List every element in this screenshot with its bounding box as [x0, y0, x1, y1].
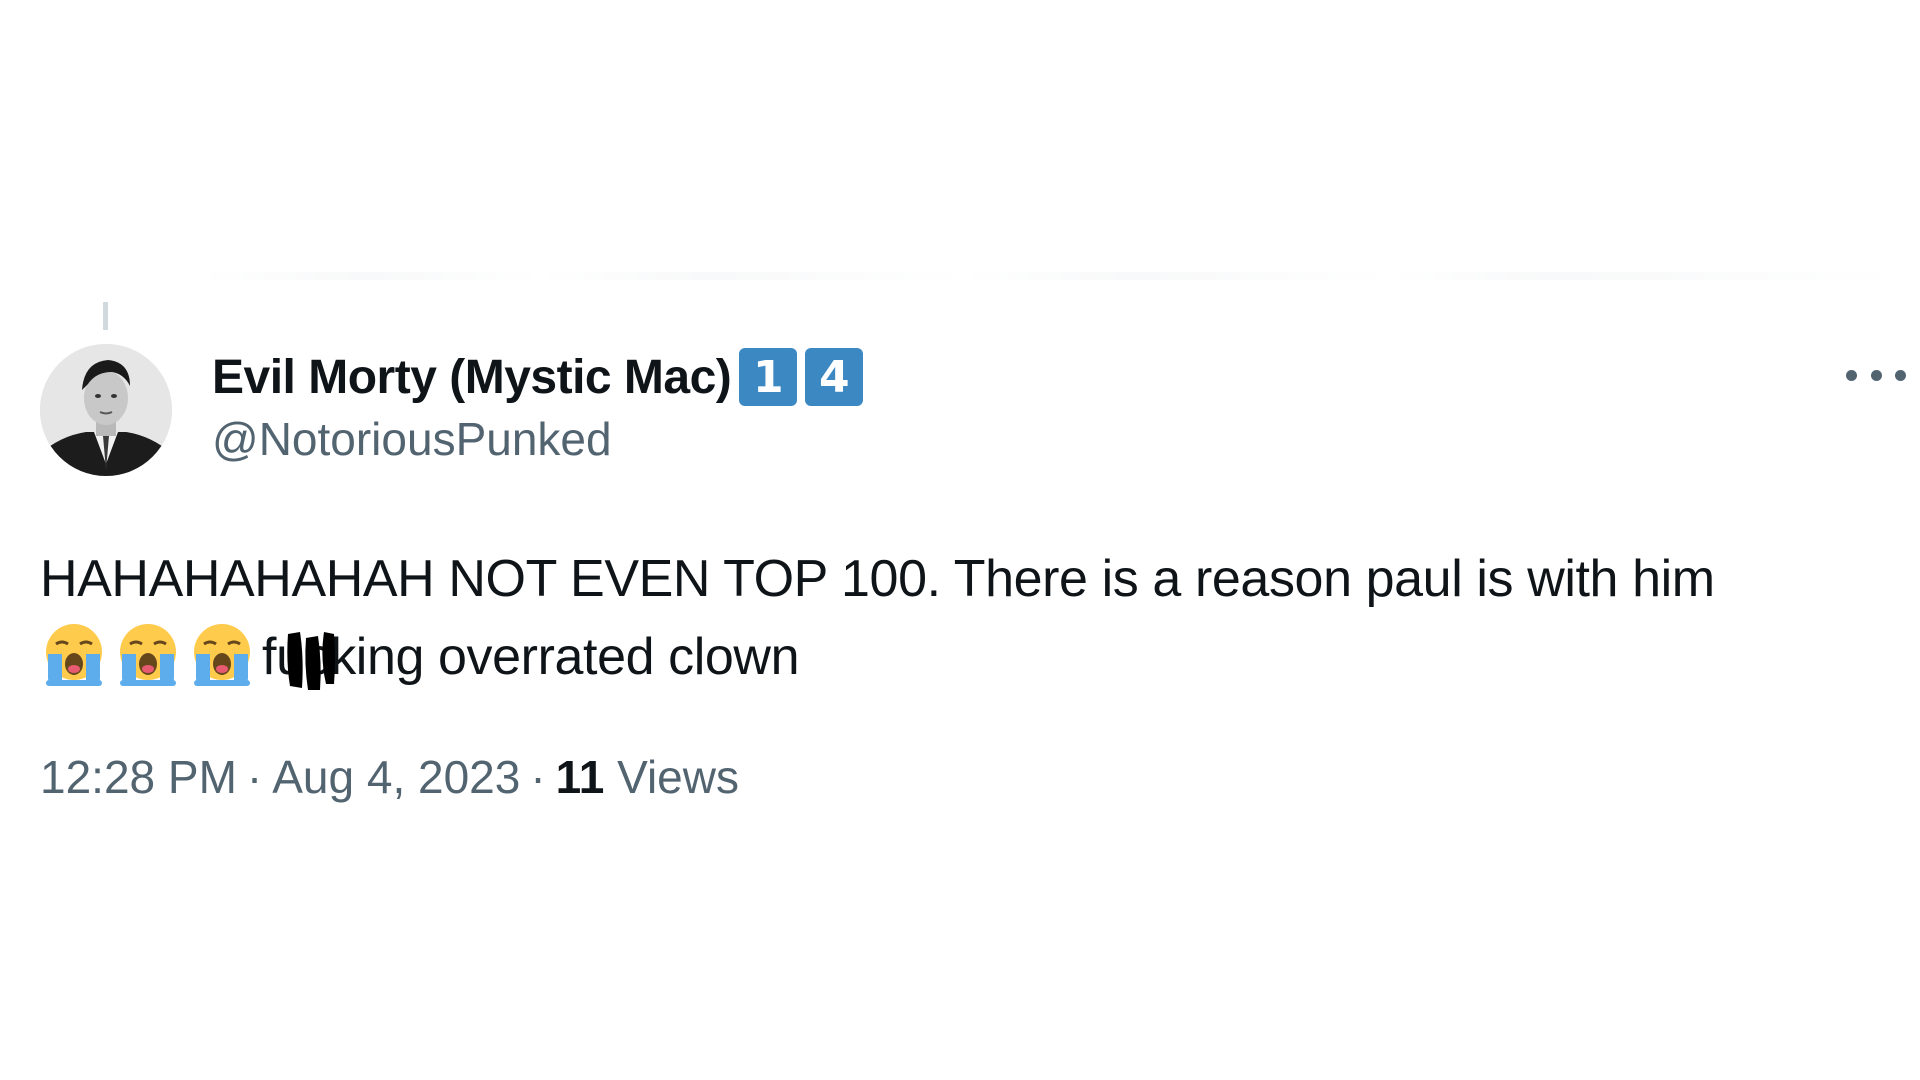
more-options-icon[interactable] — [1846, 360, 1906, 390]
tweet-text: HAHAHAHAHAH NOT EVEN TOP 100. There is a… — [40, 540, 1900, 696]
thread-connector-line — [103, 302, 108, 330]
separator-dot: · — [530, 751, 546, 803]
loudly-crying-face-icon — [188, 620, 256, 688]
user-handle[interactable]: @NotoriousPunked — [212, 412, 863, 466]
avatar-image — [40, 344, 172, 476]
keycap-digit-badge: 4 — [805, 348, 864, 406]
more-dot — [1895, 369, 1906, 381]
avatar[interactable] — [40, 344, 172, 476]
tweet-date[interactable]: Aug 4, 2023 — [272, 751, 520, 803]
views-count[interactable]: 11 — [556, 751, 605, 803]
timeline-divider — [200, 272, 1900, 280]
tweet-metadata: 12:28 PM · Aug 4, 2023 · 11 Views — [40, 750, 739, 804]
tweet-text-line: HAHAHAHAHAH NOT EVEN TOP 100. There is a… — [40, 550, 1715, 608]
views-label[interactable]: Views — [617, 751, 739, 803]
tweet-text-line: fuc king overrated clown — [40, 618, 1900, 696]
word-prefix: f — [262, 628, 277, 686]
name-row: Evil Morty (Mystic Mac) 1 4 — [212, 346, 864, 408]
more-dot — [1870, 369, 1882, 381]
display-name[interactable]: Evil Morty (Mystic Mac) — [212, 350, 732, 405]
loudly-crying-face-icon — [40, 620, 108, 688]
keycap-digit-badge: 1 — [739, 348, 798, 406]
word-suffix: king overrated clown — [330, 628, 800, 686]
censor-scribble-mark — [287, 632, 335, 690]
more-dot — [1846, 369, 1857, 381]
loudly-crying-face-icon — [114, 620, 182, 688]
tweet-time[interactable]: 12:28 PM — [40, 751, 237, 803]
separator-dot: · — [246, 751, 263, 803]
censored-word: fuc king overrated clown — [262, 618, 800, 696]
tweet-header: Evil Morty (Mystic Mac) 1 4 @NotoriousPu… — [212, 346, 864, 466]
